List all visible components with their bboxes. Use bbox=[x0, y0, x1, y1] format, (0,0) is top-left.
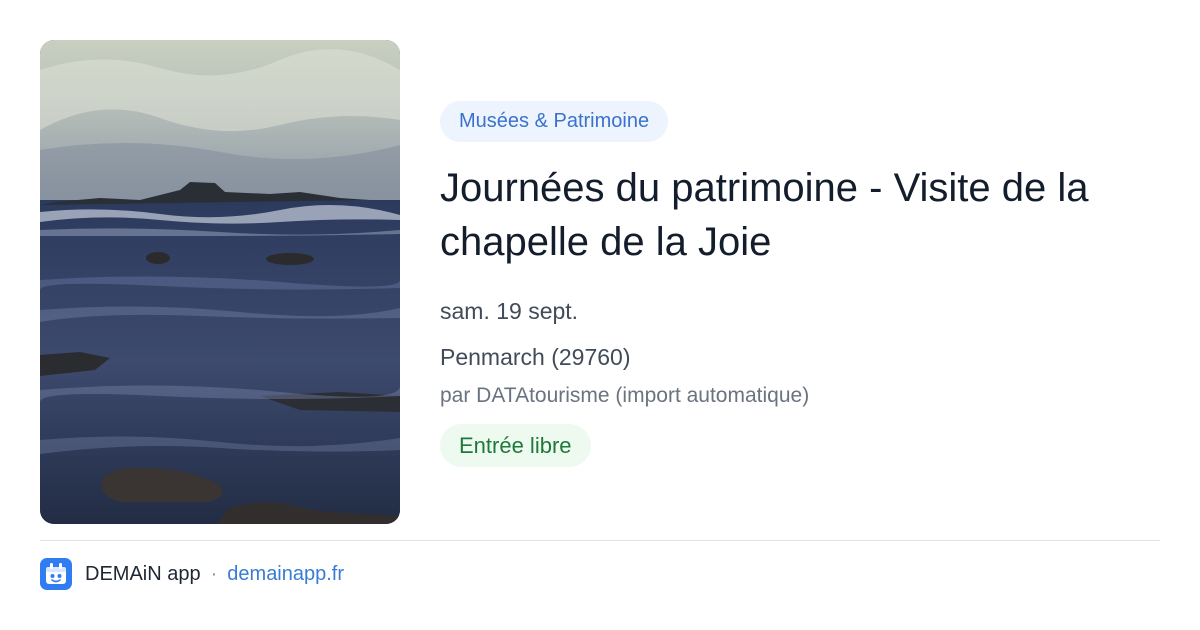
footer-divider bbox=[40, 540, 1160, 541]
footer-separator: · bbox=[210, 562, 218, 585]
app-url-link[interactable]: demainapp.fr bbox=[227, 563, 344, 586]
event-card[interactable]: Musées & Patrimoine Journées du patrimoi… bbox=[40, 40, 1160, 524]
footer: DEMAiN app · demainapp.fr bbox=[40, 558, 344, 590]
event-photo[interactable] bbox=[40, 40, 400, 524]
price-badge: Entrée libre bbox=[440, 424, 591, 467]
category-badge[interactable]: Musées & Patrimoine bbox=[440, 101, 669, 142]
event-source: par DATAtourisme (import automatique) bbox=[440, 384, 810, 407]
event-location: Penmarch (29760) bbox=[440, 344, 631, 370]
event-title[interactable]: Journées du patrimoine - Visite de la ch… bbox=[440, 161, 1160, 269]
event-details: Musées & Patrimoine Journées du patrimoi… bbox=[440, 101, 1160, 467]
app-logo-icon[interactable] bbox=[40, 558, 72, 590]
event-date: sam. 19 sept. bbox=[440, 298, 579, 324]
app-name: DEMAiN app bbox=[85, 562, 201, 585]
seascape-image bbox=[40, 40, 400, 524]
